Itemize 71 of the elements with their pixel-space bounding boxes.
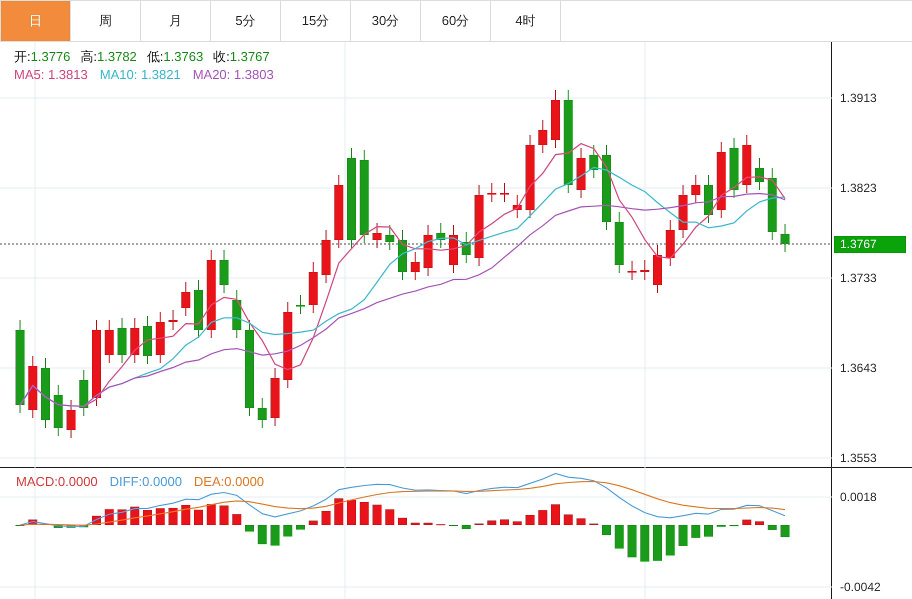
macd-reading: DEA:0.0000 [194, 473, 264, 491]
macd-bar [54, 525, 63, 528]
macd-bar [385, 509, 394, 525]
price-axis-label: 1.3733 [840, 271, 877, 285]
macd-bar [768, 525, 777, 530]
macd-bar [168, 508, 178, 525]
macd-bar [296, 525, 305, 530]
macd-bar [602, 525, 611, 536]
macd-reading: MACD:0.0000 [16, 473, 98, 491]
macd-bar [398, 518, 407, 525]
price-axis-label: 1.3823 [840, 181, 877, 195]
macd-bar [79, 525, 88, 528]
price-axis-label: 1.3913 [840, 91, 877, 105]
macd-bar [181, 504, 190, 525]
macd-bar [308, 520, 318, 525]
macd-bar [653, 525, 662, 561]
macd-axis-label: 0.0018 [840, 490, 877, 504]
macd-bar [755, 521, 764, 525]
macd-bar [206, 504, 216, 525]
macd-bar [512, 521, 522, 525]
price-axis-label: 1.3643 [840, 361, 877, 375]
macd-bar [232, 514, 242, 525]
macd-bar [526, 515, 534, 525]
macd-bar [614, 525, 624, 549]
macd-bar [156, 508, 165, 525]
macd-bar [666, 525, 675, 556]
ohlc-label: 低: [146, 48, 164, 65]
ohlc-label: 收: [213, 48, 230, 65]
macd-bar [66, 525, 76, 528]
moving-average-reading: MA5: 1.3813 [14, 66, 88, 83]
ohlc-value: 1.3782 [97, 48, 137, 65]
macd-bar [564, 514, 573, 525]
macd-bar [410, 522, 420, 525]
macd-bar [462, 525, 471, 530]
macd-bar [704, 525, 713, 537]
macd-bar [322, 510, 330, 525]
macd-bar [487, 520, 496, 525]
macd-reading: DIFF:0.0000 [110, 473, 182, 491]
macd-bar [270, 525, 280, 546]
macd-bar [245, 525, 254, 532]
ohlc-label: 开: [14, 48, 31, 65]
macd-bar [551, 504, 560, 525]
macd-bar [424, 522, 432, 525]
macd-bar [576, 518, 586, 525]
ohlc-value: 1.3763 [163, 48, 204, 65]
macd-bar [360, 502, 369, 525]
macd-bar [347, 500, 356, 525]
price-axis-label: 1.3553 [840, 451, 877, 465]
ohlc-value: 1.3767 [230, 48, 270, 65]
ohlc-label: 高: [80, 48, 98, 65]
macd-bar [640, 525, 650, 562]
macd-bar [538, 510, 548, 525]
macd-bar [628, 525, 636, 558]
macd-bar [780, 525, 790, 538]
macd-bar [220, 505, 228, 525]
ohlc-value: 1.3776 [30, 48, 70, 65]
macd-bar [691, 525, 700, 538]
macd-bar [678, 525, 688, 546]
macd-bar [500, 519, 509, 525]
moving-average-reading: MA20: 1.3803 [192, 66, 274, 83]
moving-average-reading: MA10: 1.3821 [100, 66, 181, 83]
macd-bar [194, 510, 203, 525]
current-price-label: 1.3767 [834, 236, 906, 253]
macd-bar [334, 498, 344, 525]
macd-bar [372, 504, 382, 525]
macd-bar [283, 525, 292, 536]
macd-bar [28, 520, 38, 525]
macd-axis-label: -0.0042 [840, 580, 881, 594]
macd-bar [258, 525, 267, 544]
macd-bar [143, 510, 152, 525]
macd-bar [742, 520, 752, 525]
